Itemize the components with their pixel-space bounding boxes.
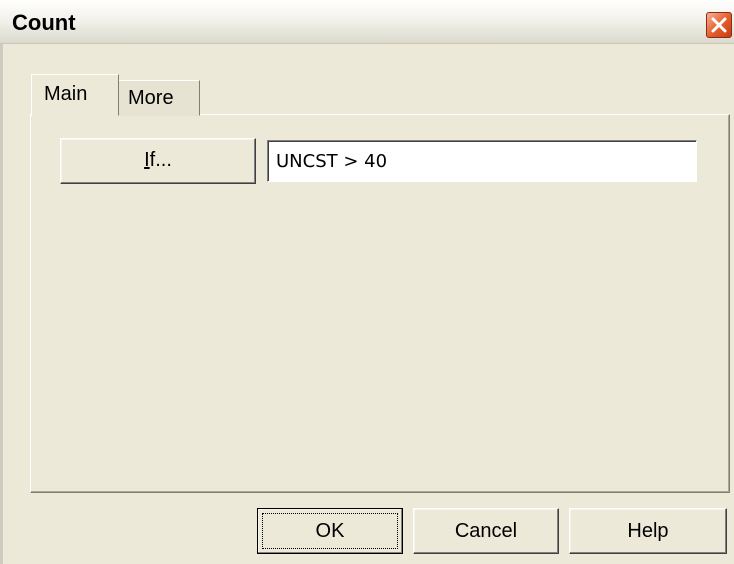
- tab-more[interactable]: More: [118, 80, 200, 116]
- ok-button-label: OK: [262, 513, 398, 549]
- ok-button[interactable]: OK: [257, 508, 403, 554]
- tab-more-label: More: [128, 87, 174, 109]
- close-x-icon: [711, 17, 727, 33]
- if-button-label: f...: [149, 149, 172, 171]
- help-button[interactable]: Help: [569, 508, 727, 554]
- window-border: [0, 44, 3, 564]
- title-bar[interactable]: Count: [0, 0, 734, 44]
- window-title: Count: [12, 10, 76, 35]
- if-button[interactable]: If...: [60, 138, 256, 184]
- tab-main-label: Main: [44, 83, 88, 105]
- cancel-button[interactable]: Cancel: [413, 508, 559, 554]
- tab-main[interactable]: Main: [31, 74, 119, 116]
- count-dialog: Count Main More If... OK Cancel Help: [0, 0, 734, 564]
- condition-input[interactable]: [267, 140, 697, 182]
- close-button[interactable]: [706, 12, 732, 38]
